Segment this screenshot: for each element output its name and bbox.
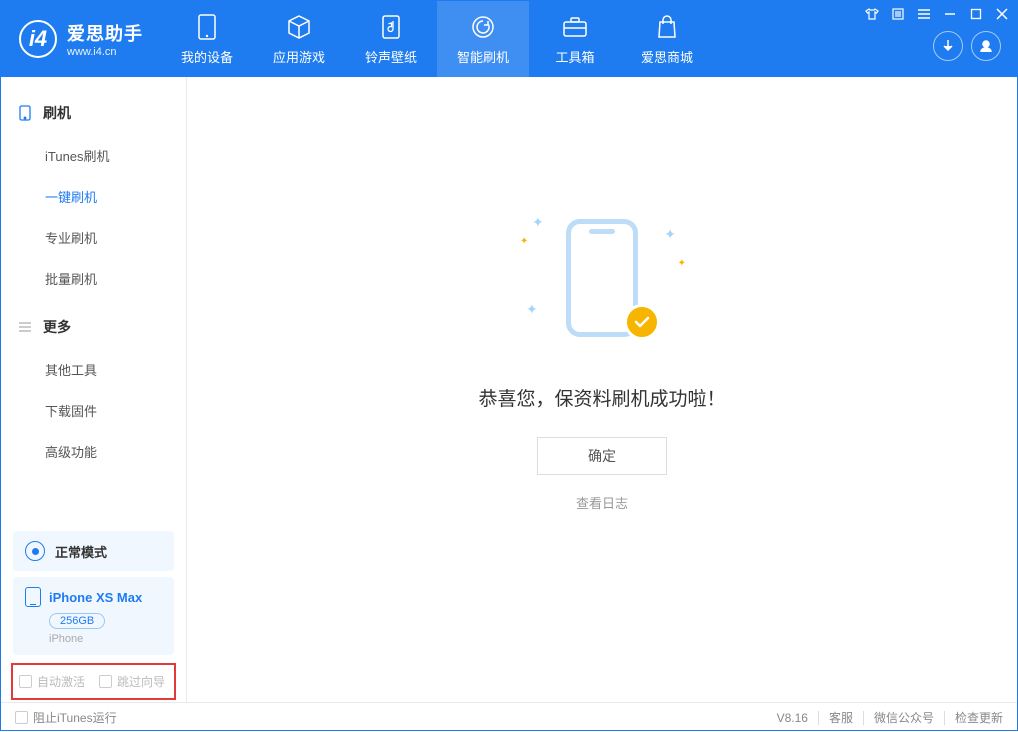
sparkle-icon: ✦ <box>520 236 528 247</box>
sidebar-item-other[interactable]: 其他工具 <box>1 349 186 390</box>
device-type: iPhone <box>49 633 162 645</box>
phone-icon <box>193 13 221 41</box>
sidebar: 刷机 iTunes刷机 一键刷机 专业刷机 批量刷机 更多 其他工具 下载固件 … <box>1 77 187 702</box>
sidebar-item-pro[interactable]: 专业刷机 <box>1 217 186 258</box>
version-label: V8.16 <box>777 711 808 725</box>
checkbox-icon <box>99 675 112 688</box>
sparkle-icon: ✦ <box>678 258 686 269</box>
shirt-icon[interactable] <box>861 5 883 23</box>
cube-icon <box>285 13 313 41</box>
sidebar-group-flash: 刷机 <box>1 95 186 131</box>
sidebar-item-firmware[interactable]: 下载固件 <box>1 390 186 431</box>
mode-label: 正常模式 <box>55 542 107 561</box>
nav-flash[interactable]: 智能刷机 <box>437 1 529 77</box>
device-storage: 256GB <box>49 613 105 629</box>
sidebar-item-batch[interactable]: 批量刷机 <box>1 258 186 299</box>
main-nav: 我的设备 应用游戏 铃声壁纸 智能刷机 工具箱 爱思商城 <box>161 1 713 77</box>
toolbox-icon <box>561 13 589 41</box>
nav-my-device[interactable]: 我的设备 <box>161 1 253 77</box>
mode-icon <box>25 541 45 561</box>
checkbox-icon <box>15 711 28 724</box>
music-icon <box>377 13 405 41</box>
header: i4 爱思助手 www.i4.cn 我的设备 应用游戏 铃声壁纸 智能刷机 工具… <box>1 1 1017 77</box>
refresh-icon <box>469 13 497 41</box>
nav-ringtones[interactable]: 铃声壁纸 <box>345 1 437 77</box>
nav-store[interactable]: 爱思商城 <box>621 1 713 77</box>
menu-icon[interactable] <box>913 5 935 23</box>
check-update-link[interactable]: 检查更新 <box>955 709 1003 726</box>
device-icon <box>25 587 41 607</box>
sparkle-icon: ✦ <box>532 214 544 231</box>
window-controls <box>861 5 1013 23</box>
device-name: iPhone XS Max <box>49 590 142 605</box>
main-panel: ✦ ✦ ✦ ✦ ✦ 恭喜您，保资料刷机成功啦！ 确定 查看日志 <box>187 77 1017 702</box>
option-auto-activate[interactable]: 自动激活 <box>19 673 85 690</box>
bag-icon <box>653 13 681 41</box>
app-name: 爱思助手 <box>67 20 143 46</box>
sparkle-icon: ✦ <box>664 226 676 243</box>
success-badge-icon <box>624 304 660 340</box>
app-logo: i4 爱思助手 www.i4.cn <box>1 20 161 58</box>
sidebar-group-more: 更多 <box>1 309 186 345</box>
options-highlight-box: 自动激活 跳过向导 <box>11 663 176 700</box>
mode-card[interactable]: 正常模式 <box>13 531 174 571</box>
success-illustration: ✦ ✦ ✦ ✦ ✦ <box>532 208 672 348</box>
sparkle-icon: ✦ <box>526 301 538 318</box>
header-right <box>861 5 1013 61</box>
app-url: www.i4.cn <box>67 46 143 58</box>
logo-icon: i4 <box>19 20 57 58</box>
download-icon[interactable] <box>933 31 963 61</box>
nav-toolbox[interactable]: 工具箱 <box>529 1 621 77</box>
nav-apps[interactable]: 应用游戏 <box>253 1 345 77</box>
list-small-icon <box>17 319 33 335</box>
sidebar-item-itunes[interactable]: iTunes刷机 <box>1 135 186 176</box>
wechat-link[interactable]: 微信公众号 <box>874 709 934 726</box>
maximize-button[interactable] <box>965 5 987 23</box>
close-button[interactable] <box>991 5 1013 23</box>
checkbox-icon <box>19 675 32 688</box>
success-message: 恭喜您，保资料刷机成功啦！ <box>478 384 725 411</box>
phone-small-icon <box>17 105 33 121</box>
view-log-link[interactable]: 查看日志 <box>576 493 628 512</box>
ok-button[interactable]: 确定 <box>537 437 667 475</box>
option-skip-guide[interactable]: 跳过向导 <box>99 673 165 690</box>
user-icon[interactable] <box>971 31 1001 61</box>
option-block-itunes[interactable]: 阻止iTunes运行 <box>15 709 117 726</box>
support-link[interactable]: 客服 <box>829 709 853 726</box>
list-icon[interactable] <box>887 5 909 23</box>
device-card[interactable]: iPhone XS Max 256GB iPhone <box>13 577 174 655</box>
sidebar-item-advanced[interactable]: 高级功能 <box>1 431 186 472</box>
minimize-button[interactable] <box>939 5 961 23</box>
status-bar: 阻止iTunes运行 V8.16 客服 微信公众号 检查更新 <box>1 702 1017 732</box>
sidebar-item-oneclick[interactable]: 一键刷机 <box>1 176 186 217</box>
